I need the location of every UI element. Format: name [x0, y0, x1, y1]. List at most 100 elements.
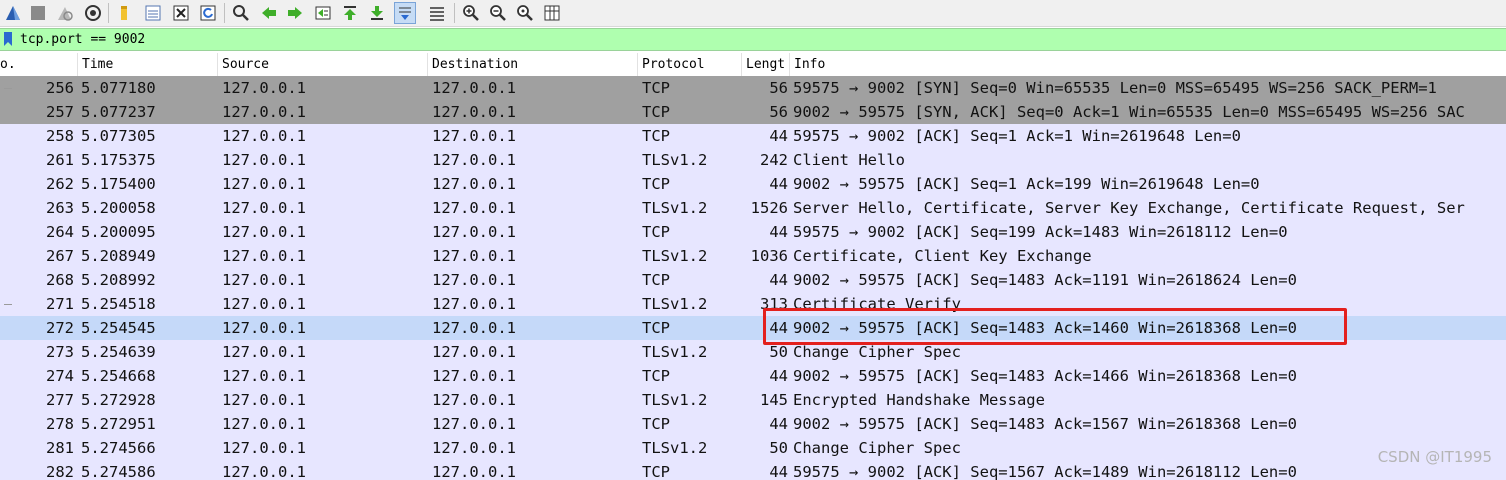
packet-time: 5.272928: [81, 391, 156, 409]
packet-time: 5.175375: [81, 151, 156, 169]
packet-number: 267: [46, 247, 74, 265]
packet-protocol: TLSv1.2: [642, 391, 708, 409]
packet-protocol: TLSv1.2: [642, 199, 708, 217]
packet-length: 50: [769, 343, 788, 361]
display-filter-input[interactable]: [20, 29, 1500, 50]
packet-row[interactable]: 273 5.254639 127.0.0.1 127.0.0.1 TLSv1.2 50 Ch…: [0, 340, 1506, 364]
packet-row[interactable]: 258 5.077305 127.0.0.1 127.0.0.1 TCP 44 59575 …: [0, 124, 1506, 148]
column-header-destination[interactable]: Destination: [428, 53, 638, 76]
packet-info: 9002 → 59575 [SYN, ACK] Seq=0 Ack=1 Win=…: [793, 103, 1465, 121]
save-file-icon[interactable]: [142, 2, 164, 24]
packet-row[interactable]: 261 5.175375 127.0.0.1 127.0.0.1 TLSv1.2 242 C…: [0, 148, 1506, 172]
go-last-packet-icon[interactable]: [366, 2, 388, 24]
packet-source: 127.0.0.1: [222, 271, 306, 289]
packet-protocol: TCP: [642, 127, 670, 145]
packet-destination: 127.0.0.1: [432, 391, 516, 409]
go-back-icon[interactable]: [258, 2, 280, 24]
packet-source: 127.0.0.1: [222, 367, 306, 385]
packet-row[interactable]: 272 5.254545 127.0.0.1 127.0.0.1 TCP 44 9002 →…: [0, 316, 1506, 340]
packet-list: 256 5.077180 127.0.0.1 127.0.0.1 TCP 56 59575 …: [0, 76, 1506, 480]
packet-time: 5.254545: [81, 319, 156, 337]
packet-number: 268: [46, 271, 74, 289]
packet-list-header: o. Time Source Destination Protocol Leng…: [0, 53, 1506, 77]
start-capture-icon[interactable]: [2, 2, 24, 24]
packet-row[interactable]: 281 5.274566 127.0.0.1 127.0.0.1 TLSv1.2 50 Ch…: [0, 436, 1506, 460]
packet-row[interactable]: 271 5.254518 127.0.0.1 127.0.0.1 TLSv1.2 313 C…: [0, 292, 1506, 316]
resize-columns-icon[interactable]: [541, 2, 563, 24]
packet-source: 127.0.0.1: [222, 391, 306, 409]
related-packet-marker: [4, 304, 12, 305]
packet-number: 272: [46, 319, 74, 337]
autoscroll-icon[interactable]: [394, 2, 416, 24]
packet-time: 5.254668: [81, 367, 156, 385]
packet-length: 313: [760, 295, 788, 313]
colorize-icon[interactable]: [426, 2, 448, 24]
packet-row[interactable]: 263 5.200058 127.0.0.1 127.0.0.1 TLSv1.2 1526…: [0, 196, 1506, 220]
packet-destination: 127.0.0.1: [432, 103, 516, 121]
packet-row[interactable]: 268 5.208992 127.0.0.1 127.0.0.1 TCP 44 9002 →…: [0, 268, 1506, 292]
column-header-info[interactable]: Info: [790, 53, 1506, 76]
zoom-normal-icon[interactable]: [514, 2, 536, 24]
packet-time: 5.274586: [81, 463, 156, 480]
packet-destination: 127.0.0.1: [432, 199, 516, 217]
packet-info: Server Hello, Certificate, Server Key Ex…: [793, 199, 1465, 217]
packet-time: 5.208949: [81, 247, 156, 265]
packet-source: 127.0.0.1: [222, 247, 306, 265]
packet-row[interactable]: 282 5.274586 127.0.0.1 127.0.0.1 TCP 44 59575 …: [0, 460, 1506, 480]
packet-length: 44: [769, 127, 788, 145]
stop-capture-icon[interactable]: [27, 2, 49, 24]
packet-protocol: TCP: [642, 319, 670, 337]
packet-protocol: TCP: [642, 367, 670, 385]
packet-number: 274: [46, 367, 74, 385]
packet-row[interactable]: 257 5.077237 127.0.0.1 127.0.0.1 TCP 56 9002 →…: [0, 100, 1506, 124]
packet-length: 44: [769, 367, 788, 385]
packet-row[interactable]: 262 5.175400 127.0.0.1 127.0.0.1 TCP 44 9002 →…: [0, 172, 1506, 196]
zoom-out-icon[interactable]: [487, 2, 509, 24]
packet-row[interactable]: 267 5.208949 127.0.0.1 127.0.0.1 TLSv1.2 1036…: [0, 244, 1506, 268]
go-to-packet-icon[interactable]: [312, 2, 334, 24]
packet-time: 5.200058: [81, 199, 156, 217]
packet-row[interactable]: 264 5.200095 127.0.0.1 127.0.0.1 TCP 44 59575 …: [0, 220, 1506, 244]
column-header-no[interactable]: o.: [0, 53, 78, 76]
go-forward-icon[interactable]: [284, 2, 306, 24]
packet-number: 263: [46, 199, 74, 217]
packet-row[interactable]: 277 5.272928 127.0.0.1 127.0.0.1 TLSv1.2 145 E…: [0, 388, 1506, 412]
packet-row[interactable]: 278 5.272951 127.0.0.1 127.0.0.1 TCP 44 9002 →…: [0, 412, 1506, 436]
restart-capture-icon[interactable]: [54, 2, 76, 24]
column-header-source[interactable]: Source: [218, 53, 428, 76]
packet-number: 257: [46, 103, 74, 121]
zoom-in-icon[interactable]: [460, 2, 482, 24]
packet-row[interactable]: 274 5.254668 127.0.0.1 127.0.0.1 TCP 44 9002 →…: [0, 364, 1506, 388]
column-header-protocol[interactable]: Protocol: [638, 53, 742, 76]
packet-number: 282: [46, 463, 74, 480]
packet-destination: 127.0.0.1: [432, 271, 516, 289]
capture-options-icon[interactable]: [82, 2, 104, 24]
packet-protocol: TCP: [642, 271, 670, 289]
go-first-packet-icon[interactable]: [339, 2, 361, 24]
packet-number: 273: [46, 343, 74, 361]
packet-length: 44: [769, 415, 788, 433]
find-packet-icon[interactable]: [230, 2, 252, 24]
packet-info: Certificate Verify: [793, 295, 961, 313]
packet-info: Encrypted Handshake Message: [793, 391, 1045, 409]
packet-info: 9002 → 59575 [ACK] Seq=1483 Ack=1466 Win…: [793, 367, 1297, 385]
packet-time: 5.274566: [81, 439, 156, 457]
packet-length: 1526: [750, 199, 788, 217]
packet-info: 59575 → 9002 [SYN] Seq=0 Win=65535 Len=0…: [793, 79, 1437, 97]
bookmark-icon[interactable]: [3, 32, 13, 46]
open-file-icon[interactable]: [114, 2, 136, 24]
packet-number: 281: [46, 439, 74, 457]
packet-destination: 127.0.0.1: [432, 247, 516, 265]
packet-info: Client Hello: [793, 151, 905, 169]
column-header-time[interactable]: Time: [78, 53, 218, 76]
column-header-length[interactable]: Lengt: [742, 53, 790, 76]
packet-info: 59575 → 9002 [ACK] Seq=199 Ack=1483 Win=…: [793, 223, 1288, 241]
packet-time: 5.077180: [81, 79, 156, 97]
packet-destination: 127.0.0.1: [432, 295, 516, 313]
close-file-icon[interactable]: [170, 2, 192, 24]
packet-row[interactable]: 256 5.077180 127.0.0.1 127.0.0.1 TCP 56 59575 …: [0, 76, 1506, 100]
reload-file-icon[interactable]: [197, 2, 219, 24]
packet-source: 127.0.0.1: [222, 439, 306, 457]
packet-time: 5.200095: [81, 223, 156, 241]
packet-info: Change Cipher Spec: [793, 343, 961, 361]
